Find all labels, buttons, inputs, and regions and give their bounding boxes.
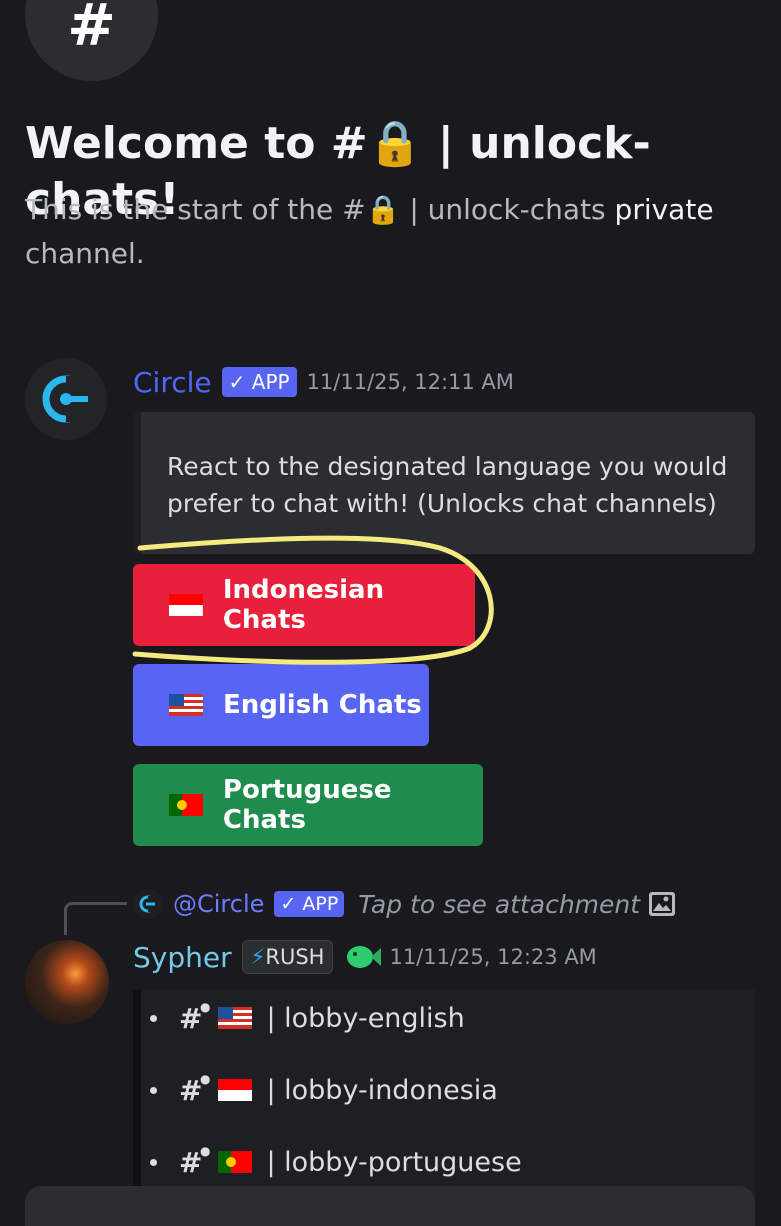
button-label: Indonesian Chats [222,575,385,635]
usa-flag-icon [169,694,203,716]
intro-private: private [614,193,714,226]
reply-text: Tap to see attachment [358,889,641,919]
guild-tag[interactable]: ⚡RUSH [241,940,334,974]
app-badge: ✓ APP [221,367,297,397]
reply-preview[interactable]: @Circle ✓ APP Tap to see attachment [133,886,676,922]
locked-channel-icon: # ● [179,999,211,1035]
indonesia-flag-icon [218,1079,253,1101]
sypher-avatar[interactable] [25,940,109,1024]
author-name[interactable]: Sypher [133,941,232,974]
list-item[interactable]: # ● | lobby-portuguese [150,1142,522,1182]
welcome-subtitle: This is the start of the #🔒 | unlock-cha… [25,188,765,276]
channel-link[interactable]: | lobby-indonesia [266,1075,497,1106]
channel-link[interactable]: | lobby-english [266,1003,464,1034]
embed-text: React to the designated language you wou… [167,452,728,518]
locked-channel-icon: # ● [179,1071,211,1107]
guild-tag-label: RUSH [265,945,325,969]
indonesia-flag-icon [169,594,203,616]
circle-logo-icon [42,375,92,423]
bullet [150,1158,157,1166]
image-icon [649,892,676,916]
fish-badge-icon[interactable] [345,942,382,972]
timestamp: 11/11/25, 12:11 AM [306,370,514,394]
message-header: Circle ✓ APP 11/11/25, 12:11 AM [133,362,514,402]
locked-channel-icon: # ● [179,1143,211,1179]
intro-prefix: This is the start of the #🔒 | unlock-cha… [25,193,606,226]
english-chats-button[interactable]: English Chats [133,664,429,746]
portugal-flag-icon [218,1151,253,1173]
channel-icon: # [25,0,158,81]
bullet [150,1086,157,1094]
author-name[interactable]: Circle [133,366,212,399]
bolt-icon: ⚡ [250,945,266,969]
intro-suffix: channel. [25,237,145,270]
channel-link[interactable]: | lobby-portuguese [266,1147,521,1178]
hash-icon: # [67,0,116,59]
message-input-bar[interactable] [25,1186,755,1226]
portugal-flag-icon [169,794,203,816]
circle-mini-avatar [133,889,163,919]
circle-logo-icon [139,895,157,913]
timestamp: 11/11/25, 12:23 AM [389,945,597,969]
button-label: Portuguese Chats [222,775,392,835]
indonesian-chats-button[interactable]: Indonesian Chats [133,564,475,646]
reply-connector [64,902,127,935]
app-badge: ✓ APP [274,891,345,917]
button-label: English Chats [223,690,422,720]
portuguese-chats-button[interactable]: Portuguese Chats [133,764,483,846]
bullet [150,1014,157,1022]
message-embed: React to the designated language you wou… [133,412,755,554]
usa-flag-icon [218,1007,253,1029]
list-item[interactable]: # ● | lobby-english [150,998,465,1038]
list-item[interactable]: # ● | lobby-indonesia [150,1070,498,1110]
circle-avatar[interactable] [25,358,107,440]
message-header: Sypher ⚡RUSH 11/11/25, 12:23 AM [133,936,597,978]
reply-mention[interactable]: @Circle [173,890,264,918]
